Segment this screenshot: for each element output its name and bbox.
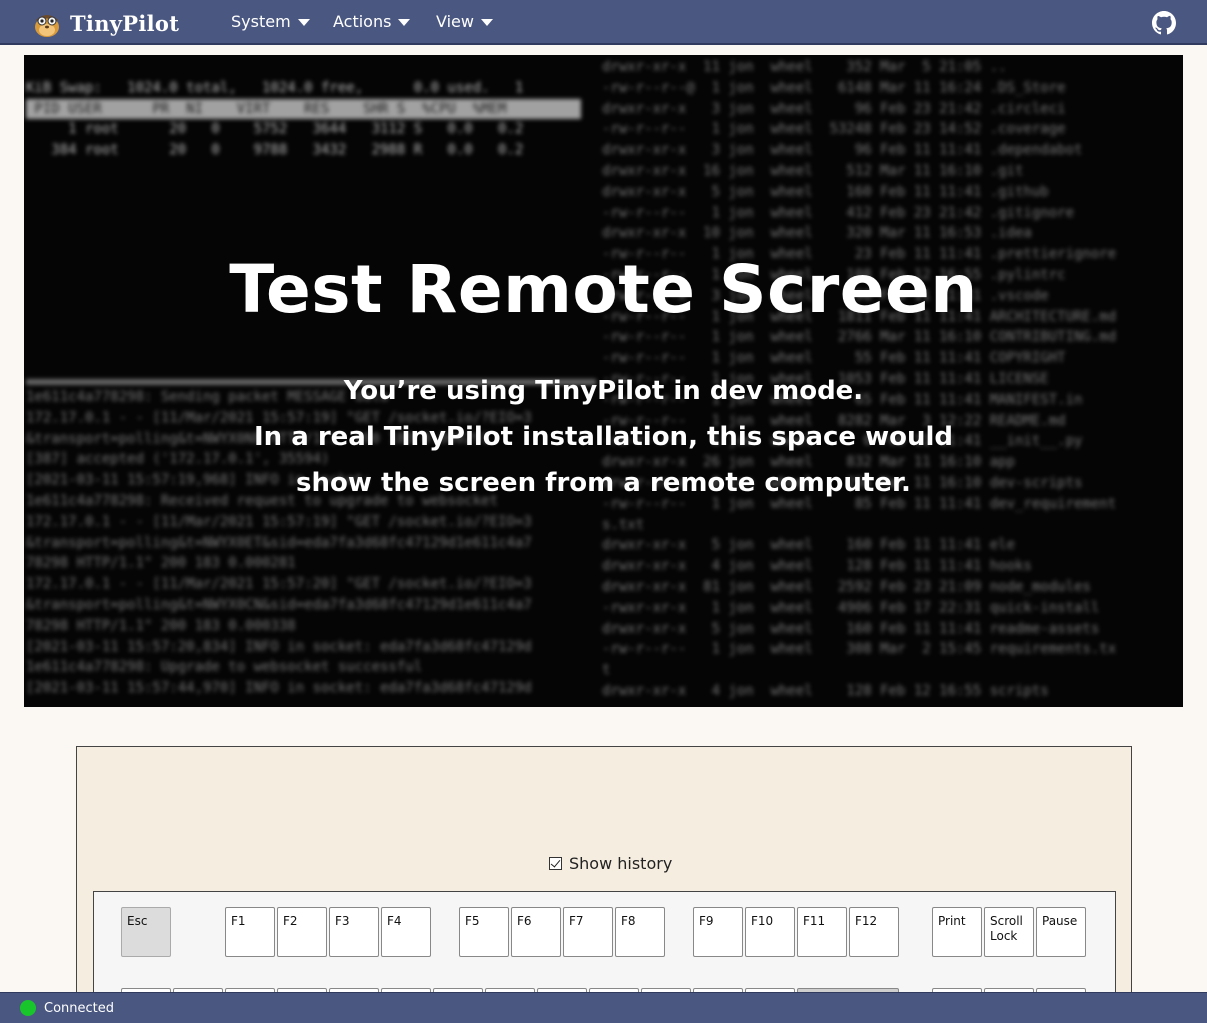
key-f11[interactable]: F11: [797, 907, 847, 957]
keyboard-panel: Show history Esc F1 F2 F3 F4 F5 F6 F7 F8…: [76, 746, 1132, 1023]
key-f1[interactable]: F1: [225, 907, 275, 957]
key-f7[interactable]: F7: [563, 907, 613, 957]
screen-title: Test Remote Screen: [229, 251, 978, 328]
menu-system-label: System: [231, 12, 291, 31]
key-f3[interactable]: F3: [329, 907, 379, 957]
dev-mode-message-line: show the screen from a remote computer.: [296, 468, 911, 498]
remote-screen[interactable]: KiB Swap: 1024.0 total, 1024.0 free, 0.0…: [24, 55, 1183, 707]
logo[interactable]: TinyPilot: [32, 7, 179, 39]
caret-down-icon: [297, 19, 310, 26]
show-history-toggle[interactable]: Show history: [549, 854, 672, 873]
dev-mode-message-line: In a real TinyPilot installation, this s…: [253, 422, 954, 452]
key-f9[interactable]: F9: [693, 907, 743, 957]
key-f6[interactable]: F6: [511, 907, 561, 957]
logo-text: TinyPilot: [70, 10, 180, 36]
github-icon[interactable]: [1152, 11, 1176, 35]
key-esc[interactable]: Esc: [121, 907, 171, 957]
key-f5[interactable]: F5: [459, 907, 509, 957]
menu-view-label: View: [436, 12, 474, 31]
key-scroll-lock[interactable]: Scroll Lock: [984, 907, 1034, 957]
menu-view[interactable]: View: [436, 12, 493, 31]
key-pause[interactable]: Pause: [1036, 907, 1086, 957]
show-history-checkbox[interactable]: [549, 857, 562, 870]
connection-status-dot: [20, 1000, 36, 1016]
dev-mode-message-line: You’re using TinyPilot in dev mode.: [343, 376, 864, 406]
menu-actions[interactable]: Actions: [333, 12, 411, 31]
menu-actions-label: Actions: [333, 12, 392, 31]
menu-system[interactable]: System: [231, 12, 310, 31]
dev-mode-overlay: Test Remote Screen You’re using TinyPilo…: [24, 55, 1183, 707]
key-f10[interactable]: F10: [745, 907, 795, 957]
key-f8[interactable]: F8: [615, 907, 665, 957]
show-history-label: Show history: [569, 854, 673, 873]
dev-mode-message: You’re using TinyPilot in dev mode. In a…: [254, 368, 953, 506]
key-print[interactable]: Print: [932, 907, 982, 957]
navbar: TinyPilot System Actions View: [0, 0, 1207, 45]
connection-status-text: Connected: [44, 1000, 115, 1016]
key-f12[interactable]: F12: [849, 907, 899, 957]
key-f2[interactable]: F2: [277, 907, 327, 957]
key-f4[interactable]: F4: [381, 907, 431, 957]
caret-down-icon: [480, 19, 493, 26]
status-bar: Connected: [0, 992, 1207, 1023]
caret-down-icon: [398, 19, 411, 26]
pilot-mascot-icon: [35, 15, 59, 37]
